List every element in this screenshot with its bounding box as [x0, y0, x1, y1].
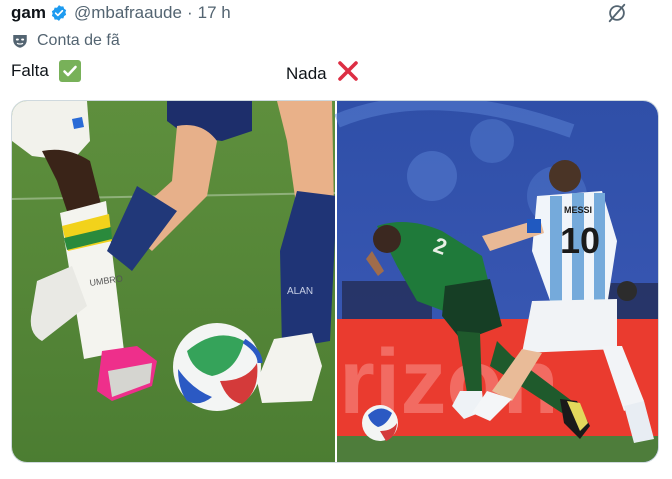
- post-header: gam @mbafraaude · 17 h: [11, 2, 231, 24]
- author-handle[interactable]: @mbafraaude: [74, 3, 182, 23]
- verified-badge-icon: [50, 4, 68, 22]
- photo-right[interactable]: rizon 2 MESSI 10: [334, 101, 659, 463]
- separator-dot: ·: [186, 3, 193, 22]
- fan-account-mask-icon: [13, 35, 27, 48]
- player-argentina-shorts: [522, 299, 617, 353]
- caption-left-text: Falta: [11, 61, 49, 80]
- sock-text-right: ALAN: [287, 286, 313, 297]
- caption-right-text: Nada: [286, 63, 327, 83]
- grok-icon[interactable]: [606, 2, 628, 24]
- caption-right: Nada: [286, 60, 359, 87]
- caption-left: Falta: [11, 60, 81, 82]
- fan-account-text: Conta de fã: [37, 32, 120, 49]
- jersey-number: 10: [560, 220, 600, 261]
- player-green-head: [373, 225, 401, 253]
- player-argentina-head: [549, 160, 581, 192]
- photo-left[interactable]: UMBRO ALAN: [12, 101, 337, 463]
- post-media[interactable]: UMBRO ALAN rizon 2 MESSI 10: [11, 100, 659, 463]
- jersey-name: MESSI: [564, 205, 592, 215]
- fan-account-label: Conta de fã: [11, 32, 120, 50]
- post-time[interactable]: 17 h: [198, 3, 231, 23]
- cross-mark-emoji: [337, 60, 359, 87]
- check-mark-emoji: [58, 60, 81, 82]
- author-name[interactable]: gam: [11, 3, 46, 23]
